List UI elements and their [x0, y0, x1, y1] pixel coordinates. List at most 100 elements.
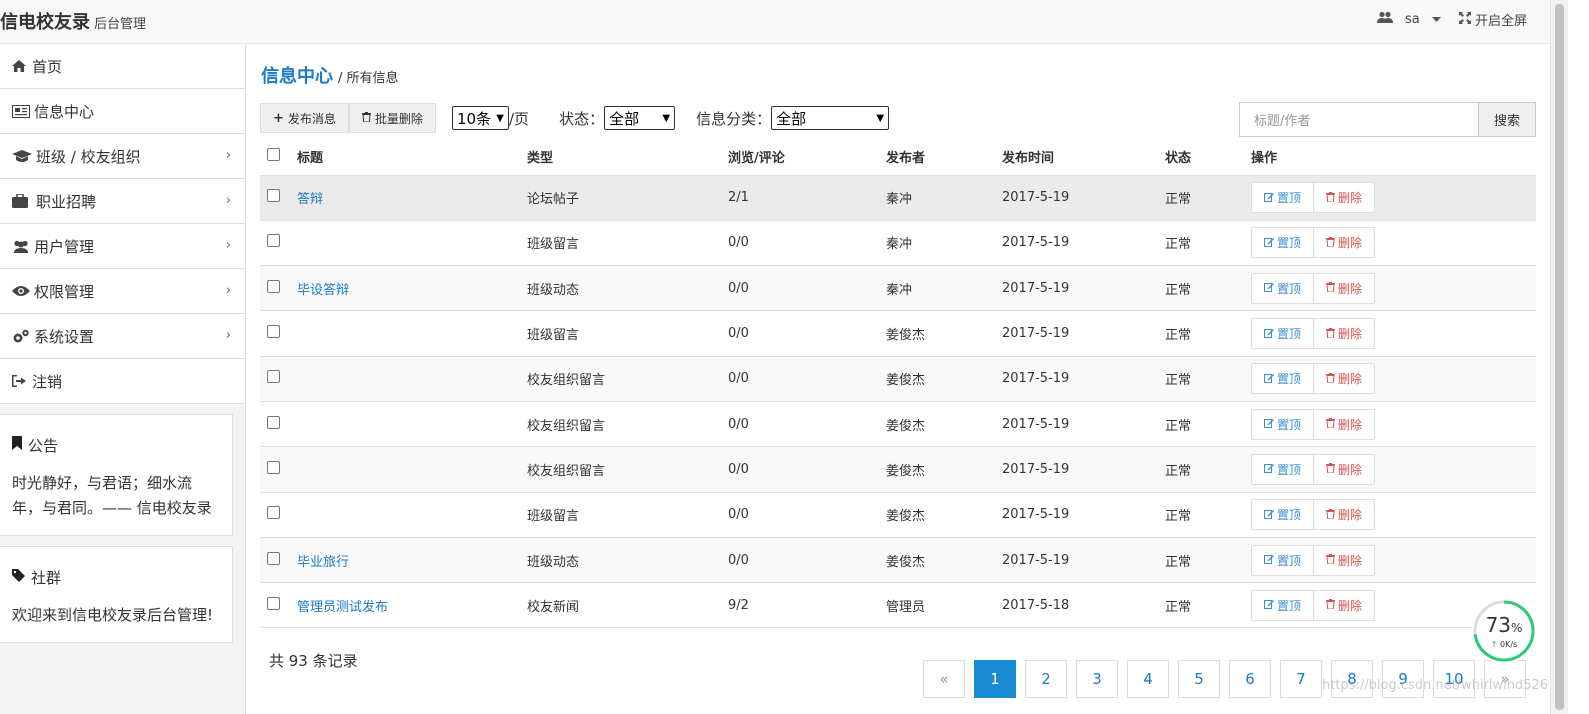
column-header[interactable]: 标题: [297, 139, 527, 176]
fullscreen-button[interactable]: 开启全屏: [1459, 10, 1527, 29]
table-row: 管理员测试发布 校友新闻 9/2 管理员 2017-5-18 正常 置顶 删除: [260, 582, 1536, 629]
search-input[interactable]: 标题/作者: [1239, 102, 1479, 137]
notice-text: 时光静好，与君语；细水流年，与君同。—— 信电校友录: [12, 474, 212, 517]
column-header[interactable]: 发布时间: [1002, 139, 1165, 176]
publish-button[interactable]: + 发布消息: [260, 103, 349, 133]
table-row: 班级留言 0/0 姜俊杰 2017-5-19 正常 置顶 删除: [260, 310, 1536, 357]
column-header[interactable]: 状态: [1165, 139, 1251, 176]
table-row: 班级留言 0/0 姜俊杰 2017-5-19 正常 置顶 删除: [260, 492, 1536, 538]
select-all-checkbox[interactable]: [267, 148, 280, 162]
pin-top-button[interactable]: 置顶: [1251, 182, 1315, 214]
delete-button[interactable]: 删除: [1314, 408, 1376, 440]
pagination-page[interactable]: 3: [1076, 660, 1118, 698]
sidebar-item-logout[interactable]: 注销: [0, 359, 245, 404]
row-checkbox[interactable]: [267, 325, 280, 339]
memory-percent: 73%: [1472, 613, 1536, 637]
row-date: 2017-5-19: [1002, 492, 1165, 538]
row-author: 姜俊杰: [886, 446, 1002, 493]
row-checkbox[interactable]: [267, 279, 280, 293]
row-author: 秦冲: [886, 220, 1002, 267]
row-checkbox[interactable]: [267, 234, 280, 248]
pagination-page[interactable]: 2: [1025, 660, 1067, 698]
sidebar-item-class-org[interactable]: 班级 / 校友组织 ›: [0, 134, 245, 179]
sidebar: 首页 信息中心 班级 / 校友组织 › 职业招聘 › 用户管理 › 权限管理 ›…: [0, 44, 246, 714]
delete-button[interactable]: 删除: [1314, 227, 1376, 259]
pin-top-button[interactable]: 置顶: [1251, 499, 1315, 531]
pin-top-button[interactable]: 置顶: [1251, 408, 1315, 440]
pagination-page[interactable]: 7: [1280, 660, 1322, 698]
page-title[interactable]: 信息中心: [261, 62, 333, 88]
pin-top-button[interactable]: 置顶: [1251, 453, 1315, 485]
page-size-select[interactable]: 10条 ▼: [452, 106, 509, 130]
row-checkbox[interactable]: [267, 506, 280, 520]
delete-button[interactable]: 删除: [1314, 272, 1376, 304]
trash-icon: [1326, 191, 1336, 205]
delete-label: 删除: [1338, 598, 1363, 613]
sidebar-item-home[interactable]: 首页: [0, 44, 245, 89]
pin-top-button[interactable]: 置顶: [1251, 318, 1315, 350]
trash-icon: [1326, 417, 1336, 431]
pagination-page[interactable]: 1: [974, 660, 1016, 698]
status-select[interactable]: 全部 ▼: [604, 106, 676, 130]
sidebar-item-jobs[interactable]: 职业招聘 ›: [0, 179, 245, 224]
brand[interactable]: 信电校友录 后台管理: [0, 8, 146, 34]
pin-top-button[interactable]: 置顶: [1251, 544, 1315, 576]
pagination-prev[interactable]: «: [923, 660, 965, 698]
search-button[interactable]: 搜索: [1479, 102, 1536, 137]
category-filter-label: 信息分类：: [696, 109, 772, 128]
row-actions: 置顶 删除: [1251, 408, 1536, 440]
row-status: 正常: [1165, 265, 1251, 312]
row-title-link[interactable]: 毕业旅行: [297, 555, 349, 570]
category-select-value: 全部: [776, 109, 807, 128]
pagination-page[interactable]: 5: [1178, 660, 1220, 698]
sidebar-item-users[interactable]: 用户管理 ›: [0, 224, 245, 269]
column-header[interactable]: 发布者: [886, 139, 1002, 176]
column-header[interactable]: 类型: [527, 139, 728, 176]
delete-button[interactable]: 删除: [1314, 499, 1376, 531]
delete-button[interactable]: 删除: [1314, 318, 1376, 350]
delete-button[interactable]: 删除: [1314, 363, 1376, 395]
row-title-link[interactable]: 毕设答辩: [297, 283, 349, 298]
publish-label: 发布消息: [287, 111, 336, 126]
sidebar-item-permissions[interactable]: 权限管理 ›: [0, 269, 245, 314]
scrollbar-thumb[interactable]: [1555, 4, 1564, 710]
row-title-link[interactable]: 管理员测试发布: [297, 600, 388, 615]
row-type: 班级动态: [527, 537, 728, 584]
row-checkbox[interactable]: [267, 415, 280, 429]
trash-icon: [361, 111, 371, 125]
pin-top-button[interactable]: 置顶: [1251, 272, 1315, 304]
delete-button[interactable]: 删除: [1314, 589, 1376, 621]
row-checkbox[interactable]: [267, 551, 280, 565]
row-checkbox[interactable]: [267, 370, 280, 384]
pin-top-button[interactable]: 置顶: [1251, 363, 1315, 395]
pin-top-button[interactable]: 置顶: [1251, 227, 1315, 259]
edit-icon: [1264, 372, 1274, 386]
category-select[interactable]: 全部 ▼: [771, 106, 890, 130]
user-menu[interactable]: sa: [1377, 11, 1441, 28]
pagination-page[interactable]: 6: [1229, 660, 1271, 698]
home-icon: [12, 60, 32, 72]
delete-button[interactable]: 删除: [1314, 544, 1376, 576]
delete-button[interactable]: 删除: [1314, 453, 1376, 485]
batch-delete-button[interactable]: 批量删除: [348, 103, 436, 133]
row-views-comments: 0/0: [728, 356, 886, 402]
sidebar-item-info-center[interactable]: 信息中心: [0, 89, 245, 134]
delete-label: 删除: [1338, 327, 1363, 342]
sign-out-icon: [12, 375, 32, 387]
row-checkbox[interactable]: [267, 460, 280, 474]
page-scrollbar[interactable]: [1550, 0, 1568, 714]
row-checkbox[interactable]: [267, 189, 280, 203]
breadcrumb-current: / 所有信息: [338, 71, 399, 86]
row-actions: 置顶 删除: [1251, 499, 1536, 531]
percent-value: 73: [1485, 613, 1512, 637]
column-header[interactable]: 浏览/评论: [728, 139, 886, 176]
chevron-down-icon: ▼: [496, 112, 504, 124]
trash-icon: [1326, 236, 1336, 250]
pin-top-button[interactable]: 置顶: [1251, 589, 1315, 621]
pagination-page[interactable]: 4: [1127, 660, 1169, 698]
sidebar-item-settings[interactable]: 系统设置 ›: [0, 314, 245, 359]
network-monitor-widget[interactable]: 73% ↑ 0K/s: [1472, 599, 1536, 663]
delete-button[interactable]: 删除: [1314, 182, 1376, 214]
row-checkbox[interactable]: [267, 596, 280, 610]
row-title-link[interactable]: 答辩: [297, 192, 323, 207]
